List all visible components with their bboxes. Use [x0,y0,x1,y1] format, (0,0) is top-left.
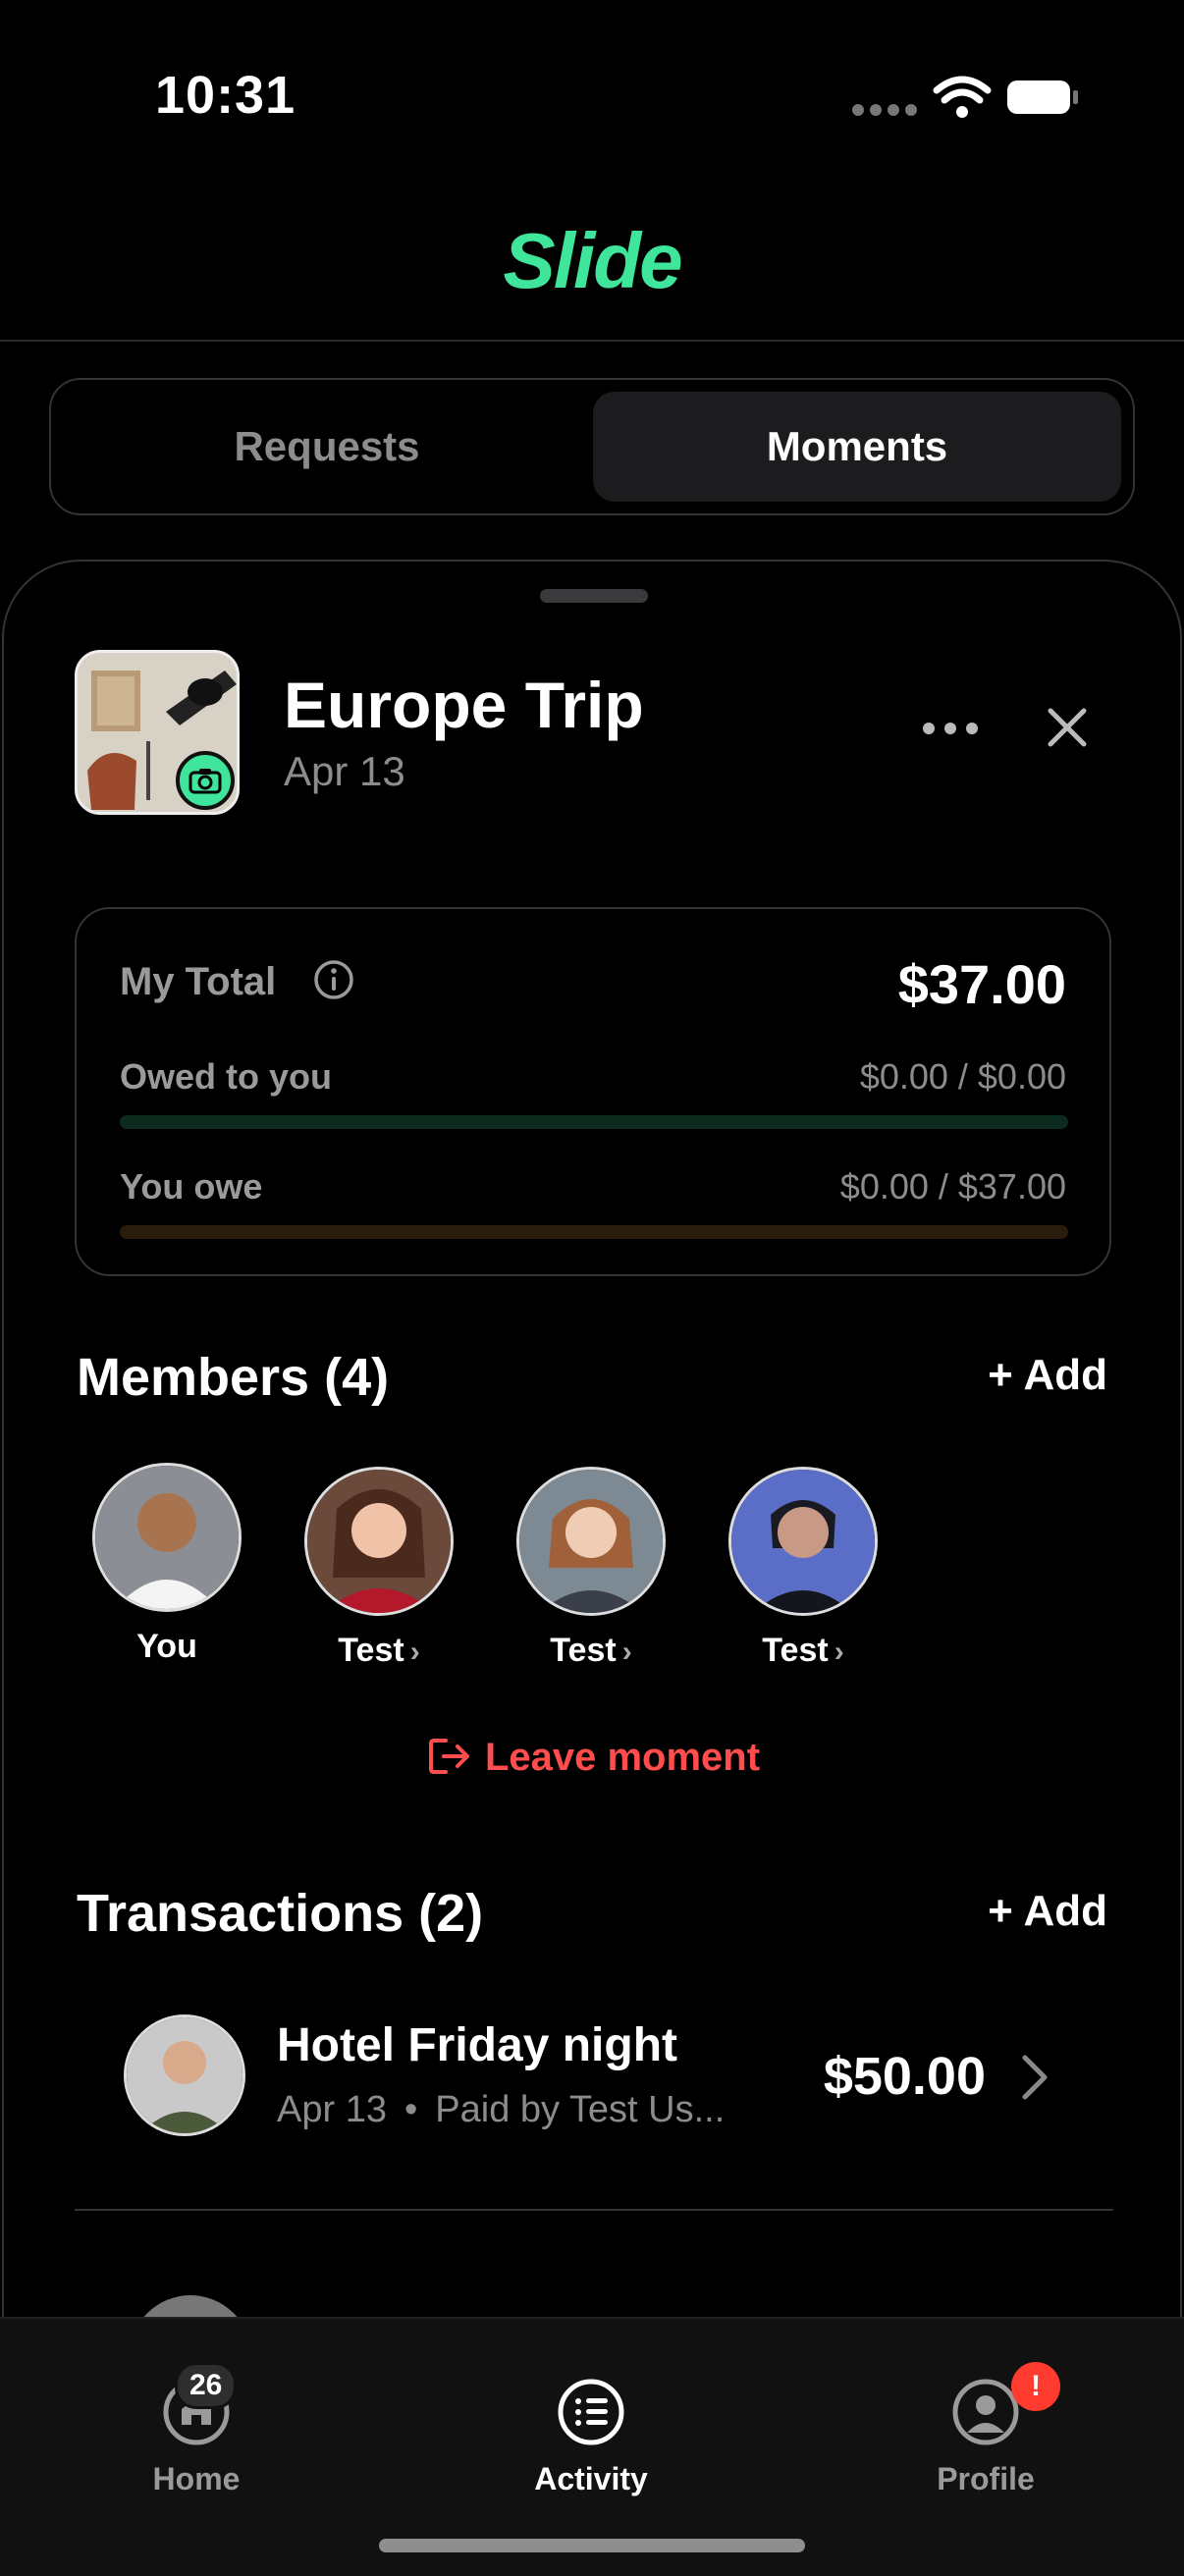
you-owe-label: You owe [120,1166,263,1207]
transaction-amount: $50.00 [823,2047,986,2106]
more-options-icon[interactable] [921,709,980,748]
avatar [130,2295,251,2317]
member-you[interactable]: You [88,1463,245,1666]
tab-activity-label: Activity [534,2461,648,2496]
members-title: Members (4) [77,1348,390,1407]
segmented-control: Requests Moments [49,378,1135,515]
avatar [124,2014,245,2136]
transaction-subtitle: Apr 13 • Paid by Test Us... [277,2089,726,2130]
transaction-title: Hotel Friday night [277,2019,677,2071]
tab-activity[interactable]: Activity [493,2378,689,2497]
my-total-label: My Total [120,960,277,1003]
tab-home[interactable]: 26 Home [98,2362,295,2497]
transaction-row[interactable]: Hotel Friday night Apr 13 • Paid by Test U… [75,2014,1113,2181]
tab-moments[interactable]: Moments [593,392,1121,502]
chevron-right-icon: › [409,1636,420,1668]
profile-alert-badge: ! [1011,2362,1060,2411]
sheet-grabber[interactable] [540,589,648,603]
moment-title: Europe Trip [284,669,644,741]
battery-icon [1007,80,1078,114]
member-test-3[interactable]: Test › [725,1467,882,1670]
header-divider [0,340,1184,342]
member-name: Test › [550,1632,632,1669]
you-owe-value: $0.00 / $37.00 [839,1166,1066,1207]
camera-icon[interactable] [176,751,235,810]
chevron-right-icon: › [621,1636,632,1668]
member-test-1[interactable]: Test › [300,1467,457,1670]
status-time: 10:31 [155,66,296,125]
avatar [516,1467,666,1616]
exit-icon [428,1739,469,1774]
member-name: Test › [338,1632,420,1669]
transaction-divider [75,2209,1113,2211]
info-icon[interactable] [312,958,355,1001]
owed-to-you-value: $0.00 / $0.00 [859,1056,1066,1097]
owed-progress-bar [120,1115,1068,1129]
add-member-button[interactable]: + Add [988,1351,1107,1400]
avatar [92,1463,242,1612]
app-logo: Slide [503,217,682,304]
chevron-right-icon: › [834,1636,844,1668]
tab-profile-label: Profile [937,2461,1035,2496]
transactions-title: Transactions (2) [77,1884,484,1943]
status-icons [852,76,1078,118]
home-indicator [379,2539,805,2552]
leave-moment-button[interactable]: Leave moment [4,1736,1180,1780]
add-transaction-button[interactable]: + Add [988,1887,1107,1936]
tab-home-label: Home [152,2461,241,2496]
moment-date: Apr 13 [284,748,405,794]
chevron-right-icon [1022,2055,1048,2100]
tab-profile[interactable]: ! Profile [888,2362,1084,2497]
owed-to-you-label: Owed to you [120,1056,332,1097]
signal-dots-icon [852,104,917,116]
tab-requests[interactable]: Requests [63,392,591,502]
total-card: My Total $37.00 Owed to you $0.00 / $0.0… [75,907,1111,1276]
owe-progress-bar [120,1225,1068,1239]
moment-photo[interactable] [75,650,240,815]
activity-icon [558,2379,624,2445]
home-badge: 26 [175,2362,238,2409]
member-name: You [136,1628,197,1665]
profile-icon [952,2379,1019,2445]
wifi-icon [933,76,992,104]
avatar [728,1467,878,1616]
moment-sheet: Europe Trip Apr 13 My Total $37.00 Owed … [2,560,1182,2317]
tab-bar: 26 Home Activity ! Profile [0,2317,1184,2576]
member-name: Test › [762,1632,844,1669]
avatar [304,1467,454,1616]
member-test-2[interactable]: Test › [512,1467,670,1670]
close-icon[interactable] [1045,705,1090,750]
my-total-amount: $37.00 [897,953,1066,1015]
